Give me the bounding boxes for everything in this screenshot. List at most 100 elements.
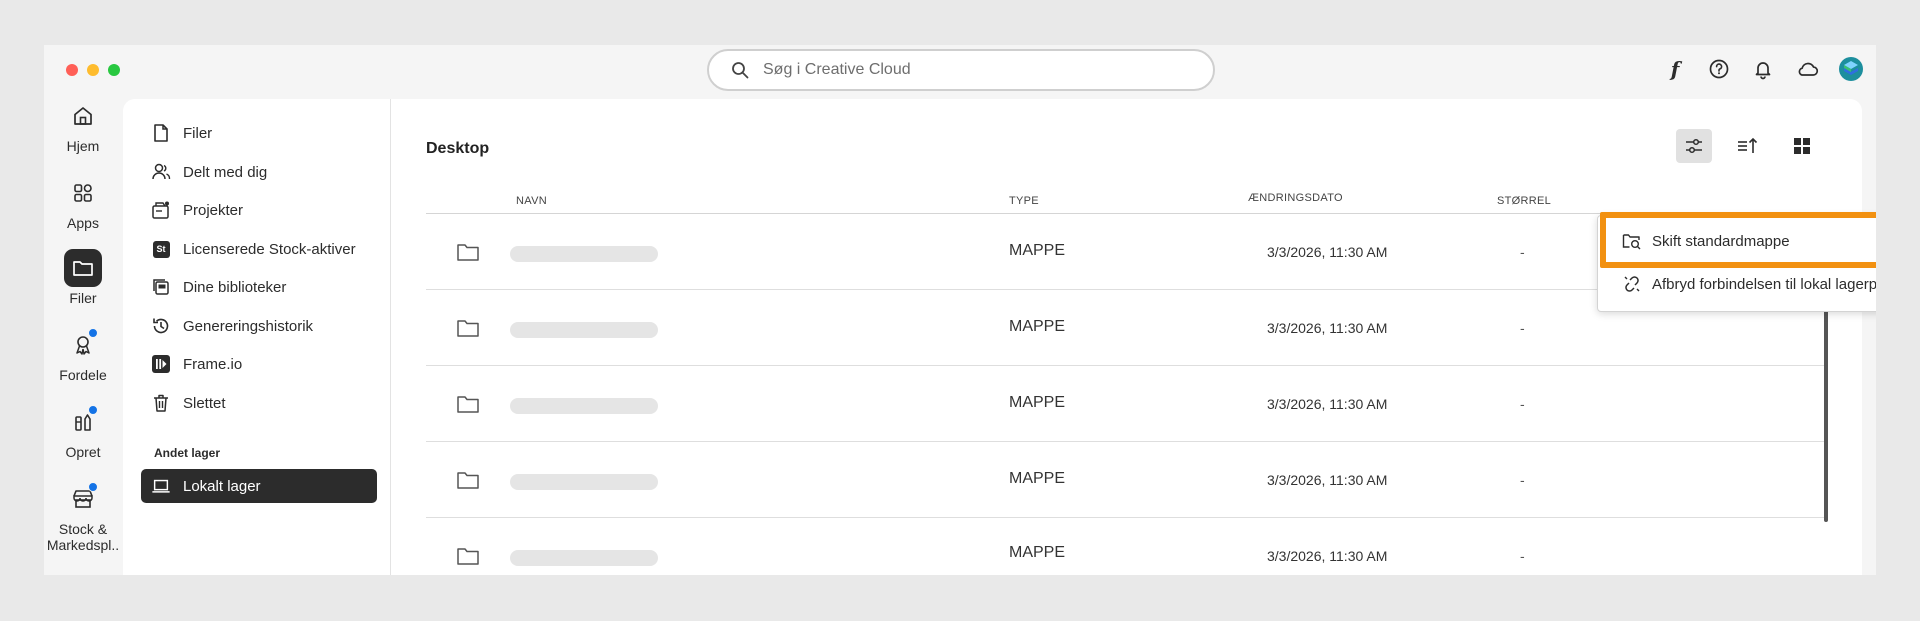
page-title: Desktop — [426, 140, 490, 157]
options-menu: Skift standardmappe Afbryd forbindelsen … — [1597, 215, 1876, 312]
search-input[interactable]: Søg i Creative Cloud — [707, 49, 1215, 91]
nav-item-label: Licenserede Stock-aktiver — [183, 240, 356, 258]
table-header: NAVN TYPE ÆNDRINGSDATO STØRREL — [426, 190, 1826, 214]
rail-item-label: Apps — [67, 215, 99, 231]
search-placeholder: Søg i Creative Cloud — [763, 61, 911, 78]
avatar[interactable] — [1838, 56, 1864, 82]
notification-badge — [88, 482, 98, 492]
row-type: MAPPE — [1009, 470, 1066, 487]
file-list-area: Desktop NAVN TYPE ÆNDRINGSDATO STØRREL M… — [392, 99, 1862, 575]
folder-icon — [457, 548, 479, 565]
sort-button[interactable] — [1730, 129, 1766, 163]
rail-item-stock[interactable]: Stock & Markedspl.. — [44, 480, 122, 553]
row-size: - — [1520, 396, 1525, 412]
table-row[interactable]: MAPPE 3/3/2026, 11:30 AM - — [426, 442, 1826, 518]
row-type: MAPPE — [1009, 318, 1066, 335]
font-icon[interactable]: f — [1662, 56, 1688, 82]
rail-item-home[interactable]: Hjem — [44, 97, 122, 154]
column-header-size[interactable]: STØRREL — [1497, 195, 1551, 207]
folder-icon — [64, 249, 102, 287]
nav-item-files[interactable]: Filer — [141, 116, 377, 150]
row-date: 3/3/2026, 11:30 AM — [1267, 548, 1388, 564]
files-sidenav: Filer Delt med dig Projekter St Licenser… — [123, 99, 391, 575]
rail-item-label: Stock & — [58, 521, 108, 537]
close-window-button[interactable] — [66, 64, 78, 76]
change-folder-icon — [1622, 234, 1641, 250]
table-row[interactable]: MAPPE 3/3/2026, 11:30 AM - — [426, 366, 1826, 442]
nav-item-projects[interactable]: Projekter — [141, 193, 377, 227]
nav-item-label: Lokalt lager — [183, 477, 261, 495]
rail-item-label: Fordele — [59, 367, 107, 383]
libraries-icon — [151, 277, 171, 297]
nav-item-generation-history[interactable]: Genereringshistorik — [141, 309, 377, 343]
cloud-icon[interactable] — [1794, 56, 1820, 82]
name-placeholder — [510, 246, 658, 262]
filter-button[interactable] — [1676, 129, 1712, 163]
create-icon — [64, 403, 102, 441]
history-icon — [151, 316, 171, 336]
nav-item-label: Dine biblioteker — [183, 278, 287, 296]
row-date: 3/3/2026, 11:30 AM — [1267, 320, 1388, 336]
menu-item-change-default-folder[interactable]: Skift standardmappe — [1598, 220, 1876, 262]
trash-icon — [151, 393, 171, 413]
minimize-window-button[interactable] — [87, 64, 99, 76]
row-date: 3/3/2026, 11:30 AM — [1267, 244, 1388, 260]
store-icon — [64, 480, 102, 518]
column-header-date[interactable]: ÆNDRINGSDATO — [1248, 192, 1343, 204]
row-type: MAPPE — [1009, 394, 1066, 411]
nav-item-label: Filer — [183, 124, 213, 142]
row-type: MAPPE — [1009, 242, 1066, 259]
bell-icon[interactable] — [1750, 56, 1776, 82]
row-date: 3/3/2026, 11:30 AM — [1267, 472, 1388, 488]
rail-item-create[interactable]: Opret — [44, 403, 122, 460]
rail-item-label: Hjem — [66, 138, 100, 154]
nav-item-label: Genereringshistorik — [183, 317, 314, 335]
nav-item-label: Projekter — [183, 201, 244, 219]
nav-item-deleted[interactable]: Slettet — [141, 386, 377, 420]
table-row[interactable]: MAPPE 3/3/2026, 11:30 AM - — [426, 518, 1826, 575]
topbar-icons: f — [1662, 56, 1864, 82]
row-type: MAPPE — [1009, 544, 1066, 561]
menu-item-label: Skift standardmappe — [1652, 232, 1790, 250]
rail-item-label: Opret — [65, 444, 101, 460]
rail-item-files[interactable]: Filer — [44, 249, 122, 306]
shared-icon — [151, 162, 171, 182]
nav-item-shared[interactable]: Delt med dig — [141, 155, 377, 189]
rail-item-label: Filer — [69, 290, 97, 306]
row-size: - — [1520, 472, 1525, 488]
grid-icon — [1794, 138, 1810, 154]
row-size: - — [1520, 548, 1525, 564]
row-size: - — [1520, 244, 1525, 260]
rail-item-apps[interactable]: Apps — [44, 174, 122, 231]
zoom-window-button[interactable] — [108, 64, 120, 76]
column-header-name[interactable]: NAVN — [516, 195, 547, 207]
sliders-icon — [1686, 138, 1702, 154]
frameio-icon — [151, 354, 171, 374]
stock-icon: St — [151, 239, 171, 259]
rail-item-benefits[interactable]: Fordele — [44, 326, 122, 383]
apps-icon — [64, 174, 102, 212]
app-window: Søg i Creative Cloud f Hjem Apps Filer F… — [44, 45, 1876, 575]
folder-icon — [457, 472, 479, 489]
unlink-icon — [1624, 276, 1640, 292]
folder-icon — [457, 244, 479, 261]
nav-item-licensed-stock[interactable]: St Licenserede Stock-aktiver — [141, 232, 377, 266]
sort-icon — [1738, 137, 1758, 153]
projects-icon — [151, 200, 171, 220]
grid-view-button[interactable] — [1784, 129, 1820, 163]
name-placeholder — [510, 322, 658, 338]
help-icon[interactable] — [1706, 56, 1732, 82]
content-panel: Filer Delt med dig Projekter St Licenser… — [123, 99, 1862, 575]
column-header-type[interactable]: TYPE — [1009, 195, 1039, 207]
view-toolbar — [1676, 129, 1820, 163]
window-controls — [66, 64, 120, 76]
menu-item-label: Afbryd forbindelsen til lokal lagerplads — [1652, 275, 1876, 293]
section-label-other-storage: Andet lager — [154, 446, 221, 460]
nav-item-local-storage[interactable]: Lokalt lager — [141, 469, 377, 503]
row-date: 3/3/2026, 11:30 AM — [1267, 396, 1388, 412]
name-placeholder — [510, 398, 658, 414]
menu-item-disconnect-local-storage[interactable]: Afbryd forbindelsen til lokal lagerplads — [1598, 263, 1876, 305]
ribbon-icon — [64, 326, 102, 364]
nav-item-frameio[interactable]: Frame.io — [141, 347, 377, 381]
nav-item-libraries[interactable]: Dine biblioteker — [141, 270, 377, 304]
